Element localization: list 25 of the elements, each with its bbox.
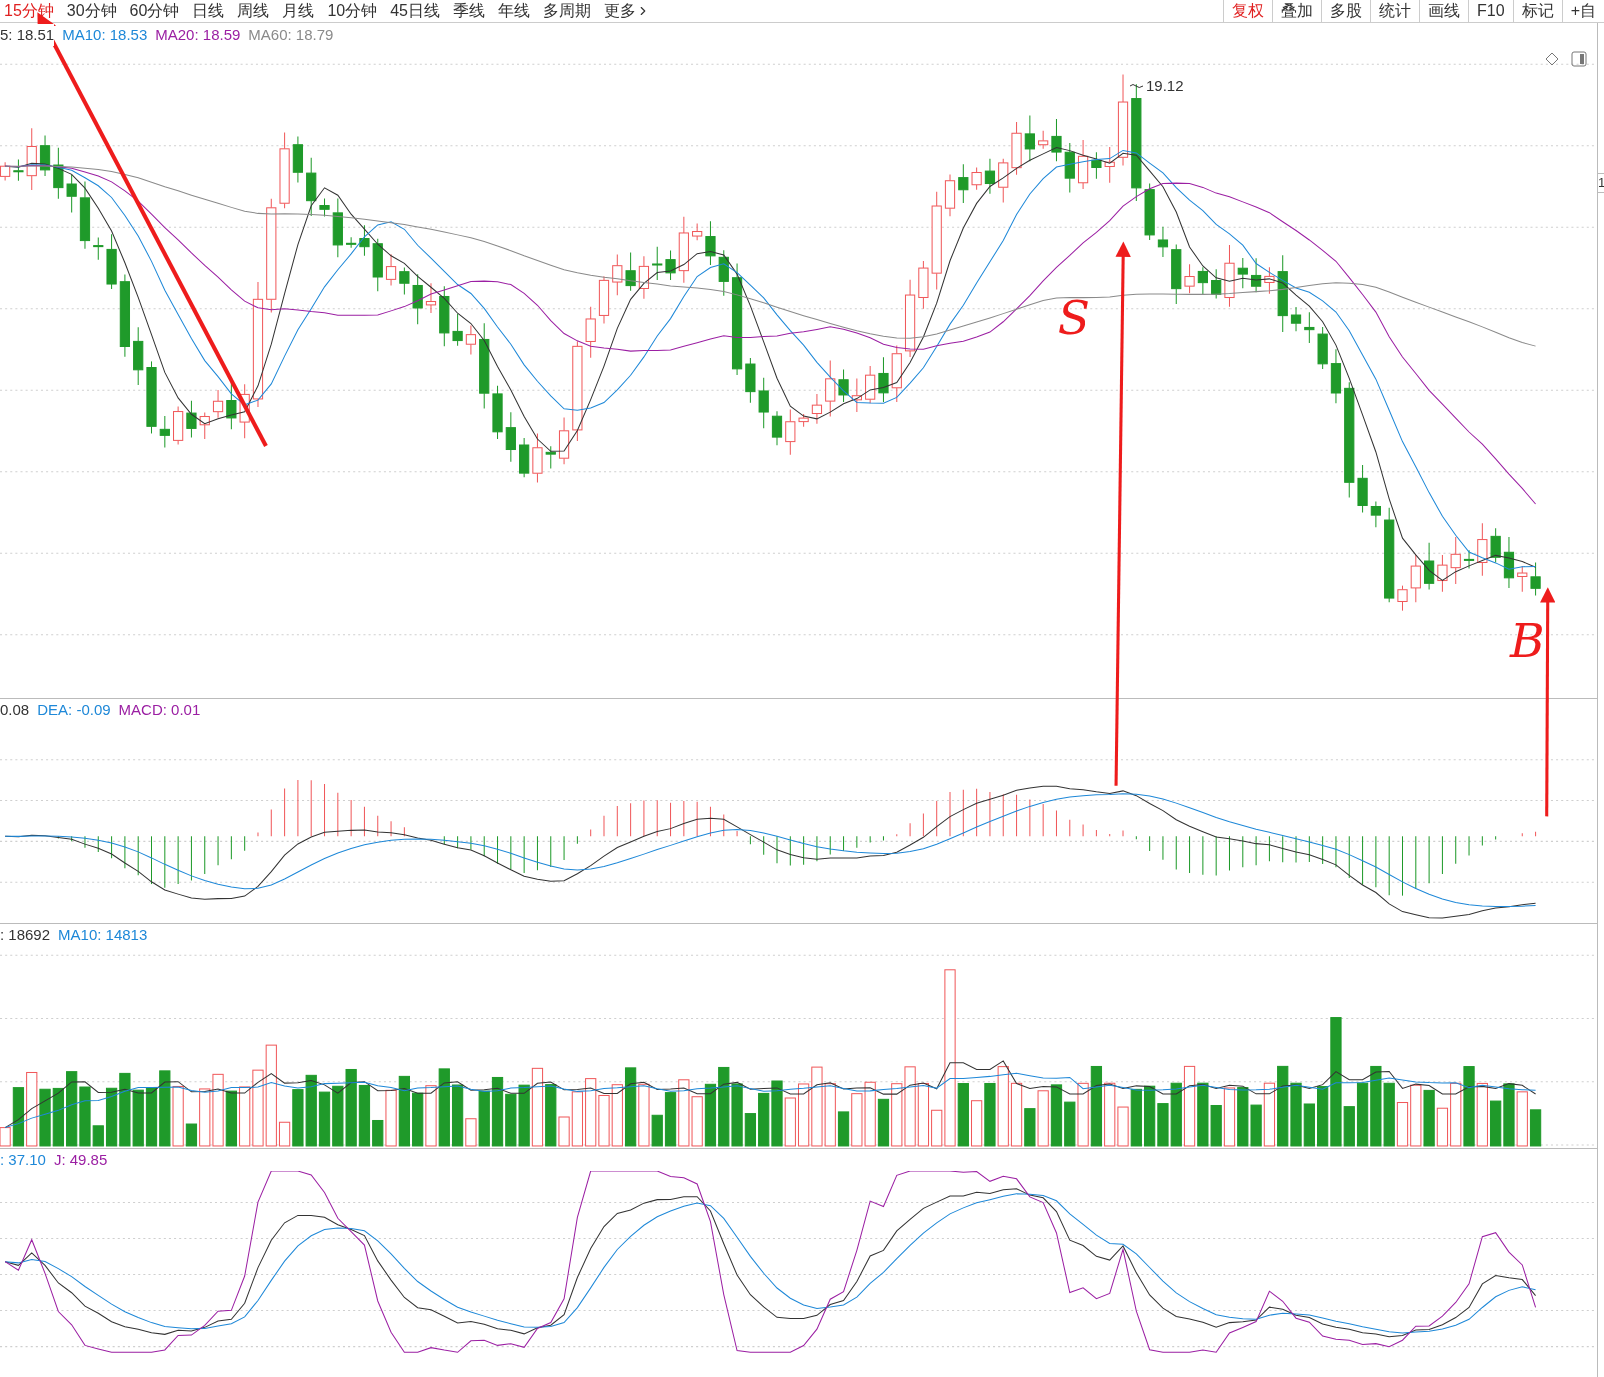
annotation-letter: B	[1509, 612, 1545, 668]
toolbar-button[interactable]: 画线	[1419, 0, 1469, 22]
toolbar-button[interactable]: +自	[1561, 0, 1604, 22]
period-tab[interactable]: 日线	[192, 0, 225, 22]
period-tab[interactable]: 月线	[282, 0, 315, 22]
period-tab[interactable]: 45日线	[390, 0, 440, 22]
period-tab[interactable]: 周线	[237, 0, 270, 22]
toolbar-button[interactable]: F10	[1468, 0, 1513, 22]
period-tab[interactable]: 多周期	[543, 0, 591, 22]
period-tab[interactable]: 年线	[498, 0, 530, 22]
period-tab[interactable]: 10分钟	[327, 0, 378, 22]
indicator-value: 5: 18.51	[0, 24, 55, 46]
toolbar-button[interactable]: 统计	[1370, 0, 1420, 22]
toolbar-button[interactable]: 标记	[1512, 0, 1562, 22]
annotation-letter: S	[1057, 289, 1090, 345]
toolbar-button[interactable]: 叠加	[1272, 0, 1322, 22]
period-tab[interactable]: 更多	[604, 0, 650, 22]
high-price-label: 19.12	[1146, 76, 1184, 96]
period-tab[interactable]: 季线	[453, 0, 485, 22]
toolbar-button[interactable]: 多股	[1321, 0, 1371, 22]
toolbar-button[interactable]: 复权	[1223, 0, 1273, 22]
period-tab[interactable]: 15分钟	[4, 0, 54, 22]
axis-label: 1	[1598, 173, 1604, 193]
period-tab[interactable]: 60分钟	[129, 0, 180, 22]
period-tab[interactable]: 30分钟	[66, 0, 117, 22]
